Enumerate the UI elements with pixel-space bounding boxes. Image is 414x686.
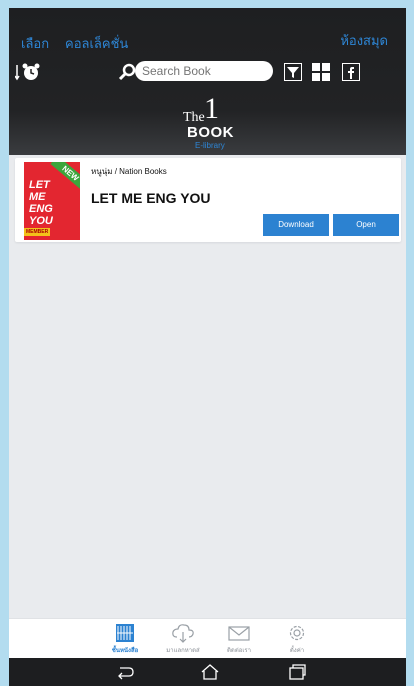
facebook-icon[interactable] xyxy=(342,63,360,81)
download-button[interactable]: Download xyxy=(263,214,329,236)
envelope-icon xyxy=(228,626,250,641)
search-input[interactable] xyxy=(135,61,273,81)
the1book-logo: The 1 BOOK E-library xyxy=(175,92,245,151)
bottom-tab-bar: ชั้นหนังสือ มาแลกหาดส่ ติดต่อเรา ตั้งค่า xyxy=(9,618,406,658)
tab-label: ติดต่อเรา xyxy=(227,648,251,654)
cover-line-1: LET xyxy=(29,179,50,191)
library-link[interactable]: ห้องสมุด xyxy=(340,30,388,51)
new-badge: NEW xyxy=(50,162,80,192)
tab-label: ชั้นหนังสือ xyxy=(111,648,139,654)
logo-book: BOOK xyxy=(187,124,234,141)
cover-line-4: YOU xyxy=(29,215,53,227)
logo-elibrary: E-library xyxy=(195,141,225,150)
search-icon[interactable] xyxy=(118,63,136,81)
tab-label: มาแลกหาดส่ xyxy=(166,648,200,654)
book-cover[interactable]: NEW LET ME ENG YOU MEMBER xyxy=(24,162,80,240)
book-publisher: หนูนุ่ม / Nation Books xyxy=(91,167,167,176)
app-header: เลือก คอลเล็คชั่น ห้องสมุด Search Book T… xyxy=(9,8,406,155)
tab-contact[interactable]: ติดต่อเรา xyxy=(214,623,264,657)
collection-link[interactable]: คอลเล็คชั่น xyxy=(65,33,128,54)
logo-one: 1 xyxy=(204,92,219,125)
android-nav-bar xyxy=(9,658,406,686)
app-screen: เลือก คอลเล็คชั่น ห้องสมุด Search Book T… xyxy=(9,8,406,686)
tab-store[interactable]: มาแลกหาดส่ xyxy=(158,623,208,657)
book-card[interactable]: NEW LET ME ENG YOU MEMBER หนูนุ่ม / Nati… xyxy=(15,158,401,242)
home-icon[interactable] xyxy=(199,663,221,681)
select-link[interactable]: เลือก xyxy=(21,33,49,54)
grid-view-icon[interactable] xyxy=(312,63,330,81)
tab-label: ตั้งค่า xyxy=(289,648,305,654)
cloud-download-icon xyxy=(172,624,194,643)
cover-line-3: ENG xyxy=(29,203,53,215)
open-button[interactable]: Open xyxy=(333,214,399,236)
bookshelf-icon xyxy=(116,624,134,642)
filter-icon[interactable] xyxy=(284,63,302,81)
member-tag: MEMBER xyxy=(24,228,51,236)
gear-icon xyxy=(289,625,305,641)
recent-apps-icon[interactable] xyxy=(286,663,308,681)
back-icon[interactable] xyxy=(114,663,136,681)
sort-clock-icon[interactable] xyxy=(15,62,41,82)
tab-bookshelf[interactable]: ชั้นหนังสือ xyxy=(100,623,150,657)
book-title: LET ME ENG YOU xyxy=(91,190,211,206)
tab-settings[interactable]: ตั้งค่า xyxy=(272,623,322,657)
cover-line-2: ME xyxy=(29,191,46,203)
